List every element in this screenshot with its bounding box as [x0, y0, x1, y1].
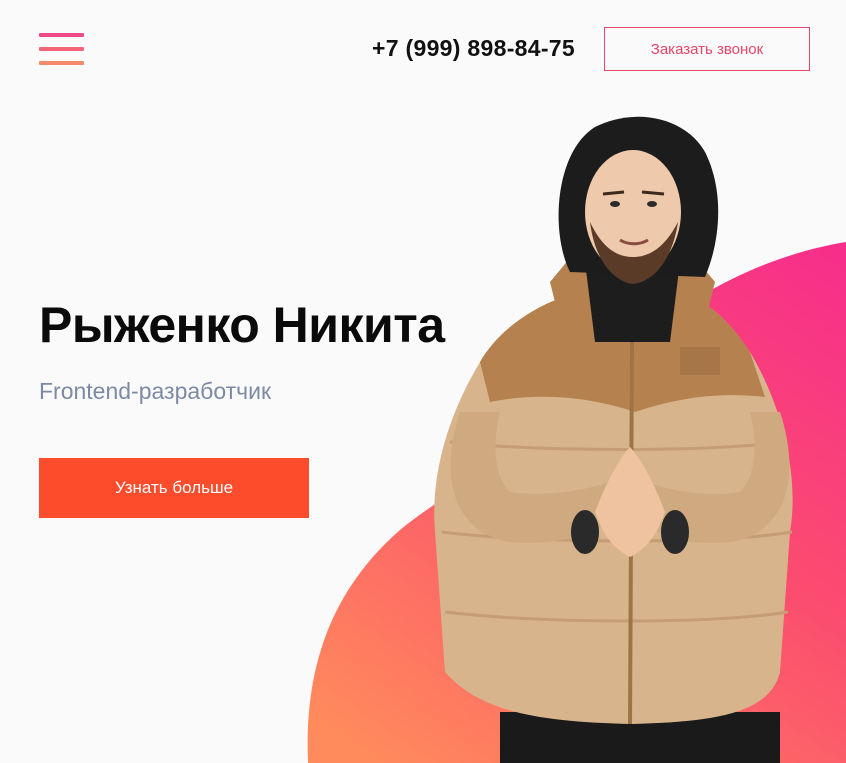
landing-page: +7 (999) 898-84-75 Заказать звонок Рыжен… [0, 0, 846, 763]
menu-bar-middle [39, 47, 84, 51]
order-call-button[interactable]: Заказать звонок [604, 27, 810, 71]
learn-more-button[interactable]: Узнать больше [39, 458, 309, 518]
phone-number-link[interactable]: +7 (999) 898-84-75 [372, 35, 575, 62]
menu-bar-top [39, 33, 84, 37]
person-photo [434, 116, 793, 763]
hero-title: Рыженко Никита [39, 297, 445, 353]
menu-bar-bottom [39, 61, 84, 65]
hero-subtitle: Frontend-разработчик [39, 378, 272, 404]
hamburger-menu-icon[interactable] [39, 33, 84, 67]
